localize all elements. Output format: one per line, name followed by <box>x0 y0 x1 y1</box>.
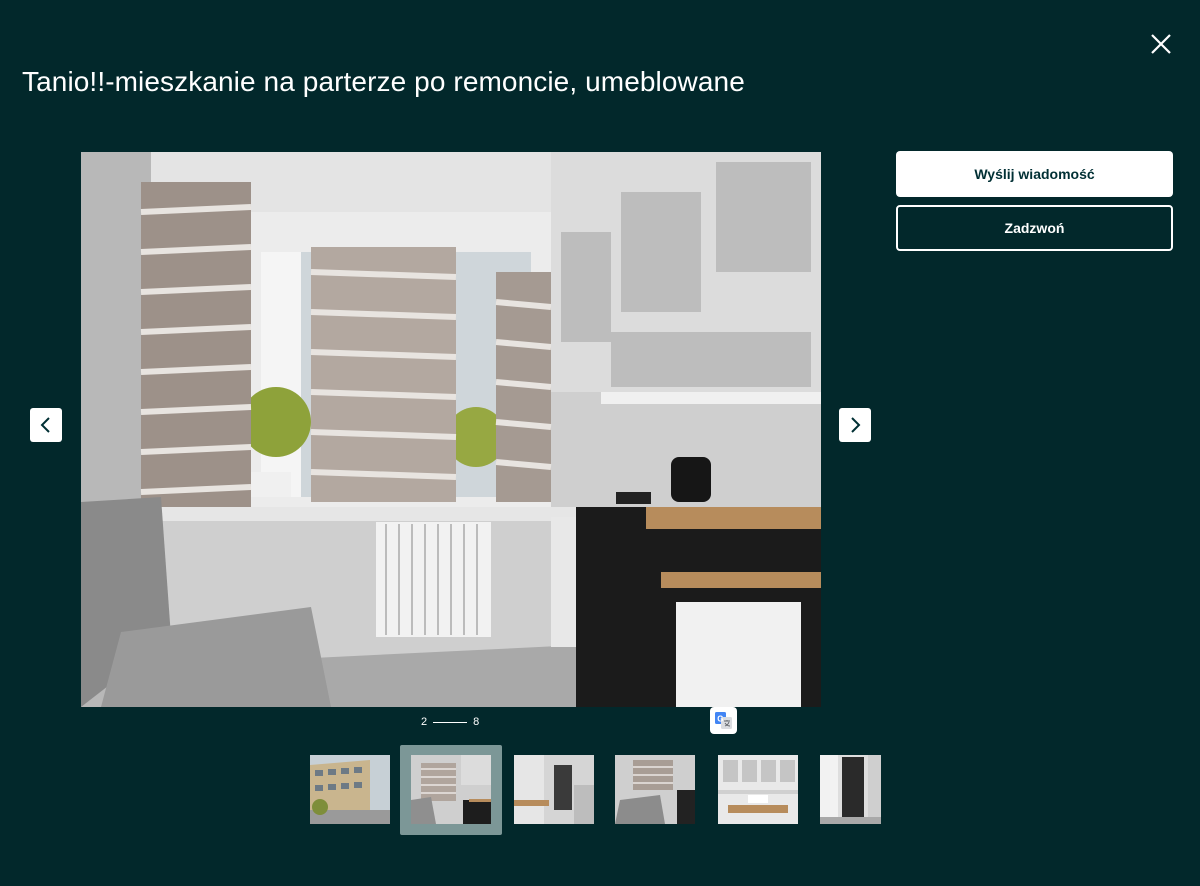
chevron-right-icon <box>851 417 861 433</box>
call-button[interactable]: Zadzwoń <box>896 205 1173 251</box>
main-photo <box>81 152 821 707</box>
thumbnail-active[interactable] <box>400 745 502 835</box>
listing-title: Tanio!!-mieszkanie na parterze po remonc… <box>22 66 745 97</box>
svg-text:G: G <box>717 715 723 724</box>
thumbnail[interactable] <box>820 755 881 824</box>
send-message-button[interactable]: Wyślij wiadomość <box>896 151 1173 197</box>
photo-counter-total: 8 <box>473 716 480 728</box>
thumbnail[interactable] <box>310 755 390 824</box>
thumbnail[interactable] <box>514 755 594 824</box>
close-button[interactable] <box>1146 29 1176 59</box>
photo-counter: 2 8 <box>421 716 479 728</box>
next-photo-button[interactable] <box>839 408 871 442</box>
previous-photo-button[interactable] <box>30 408 62 442</box>
photo-counter-divider <box>433 721 468 723</box>
translate-button[interactable]: G <box>710 707 737 734</box>
thumbnail[interactable] <box>718 755 798 824</box>
photo-counter-current: 2 <box>421 716 428 728</box>
thumbnail[interactable] <box>615 755 695 824</box>
chevron-left-icon <box>40 417 50 433</box>
google-translate-icon: G <box>715 712 732 729</box>
close-icon <box>1151 34 1171 54</box>
